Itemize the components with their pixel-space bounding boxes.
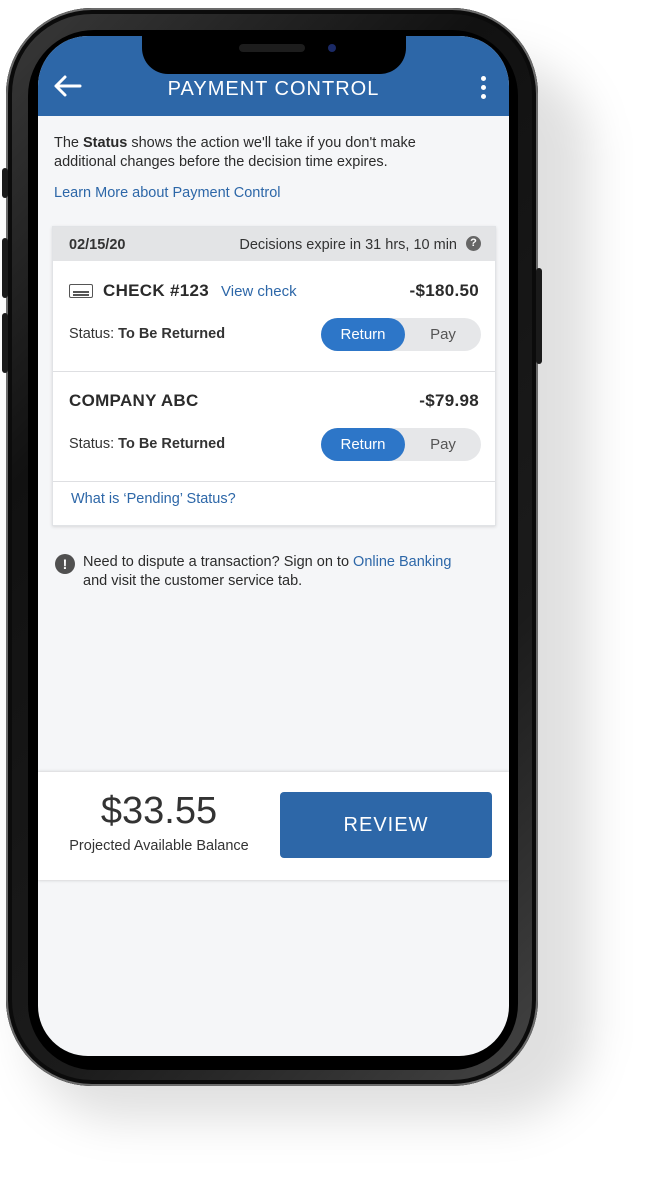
speaker-grille	[239, 44, 305, 52]
return-pay-toggle: Return Pay	[321, 318, 481, 351]
status-value: To Be Returned	[118, 326, 226, 342]
payee-name: CHECK #123	[103, 281, 209, 300]
status-label: Status:	[69, 436, 115, 452]
alert-icon: !	[55, 554, 75, 574]
pay-option[interactable]: Pay	[405, 428, 481, 461]
check-icon	[69, 284, 93, 298]
return-option[interactable]: Return	[321, 318, 405, 351]
help-icon[interactable]: ?	[466, 236, 481, 251]
status-text: Status: To Be Returned	[69, 436, 225, 452]
transaction-row: CHECK #123 View check -$180.50 Status: T…	[53, 261, 495, 372]
power-button	[536, 268, 542, 364]
decision-date: 02/15/20	[69, 237, 126, 253]
review-button[interactable]: REVIEW	[280, 792, 492, 858]
payee-name: COMPANY ABC	[69, 391, 199, 410]
pending-status-link[interactable]: What is ‘Pending’ Status?	[71, 491, 236, 507]
status-text: Status: To Be Returned	[69, 326, 225, 342]
projected-balance-amount: $33.55	[100, 790, 218, 832]
volume-down-button	[2, 313, 8, 373]
pay-option[interactable]: Pay	[405, 318, 481, 351]
dispute-notice: Need to dispute a transaction? Sign on t…	[83, 553, 463, 591]
expire-text: Decisions expire in 31 hrs, 10 min	[239, 237, 457, 253]
transaction-amount: -$180.50	[409, 281, 479, 300]
card-header: 02/15/20 Decisions expire in 31 hrs, 10 …	[53, 227, 495, 261]
return-option[interactable]: Return	[321, 428, 405, 461]
notice-text-end: and visit the customer service tab.	[83, 573, 303, 589]
projected-balance-label: Projected Available Balance	[69, 838, 249, 854]
status-value: To Be Returned	[118, 436, 226, 452]
online-banking-link[interactable]: Online Banking	[353, 554, 451, 570]
page-title: PAYMENT CONTROL	[167, 78, 380, 100]
intro-status-word: Status	[83, 135, 128, 151]
status-label: Status:	[69, 326, 115, 342]
decision-card: 02/15/20 Decisions expire in 31 hrs, 10 …	[52, 226, 496, 526]
vertical-dots-icon[interactable]	[476, 76, 490, 104]
transaction-amount: -$79.98	[419, 391, 479, 410]
return-pay-toggle: Return Pay	[321, 428, 481, 461]
intro-text: The Status shows the action we'll take i…	[54, 134, 474, 172]
phone-notch	[142, 36, 406, 74]
intro-text-start: The	[54, 135, 84, 151]
mute-switch	[2, 168, 8, 198]
app-screen: PAYMENT CONTROL The Status shows the act…	[38, 36, 509, 1056]
learn-more-link[interactable]: Learn More about Payment Control	[54, 185, 281, 201]
balance-footer: $33.55 Projected Available Balance REVIE…	[38, 772, 509, 880]
notice-text-start: Need to dispute a transaction? Sign on t…	[83, 554, 354, 570]
front-camera	[328, 44, 336, 52]
transaction-row: COMPANY ABC -$79.98 Status: To Be Return…	[53, 371, 495, 482]
volume-up-button	[2, 238, 8, 298]
view-check-link[interactable]: View check	[221, 283, 297, 300]
